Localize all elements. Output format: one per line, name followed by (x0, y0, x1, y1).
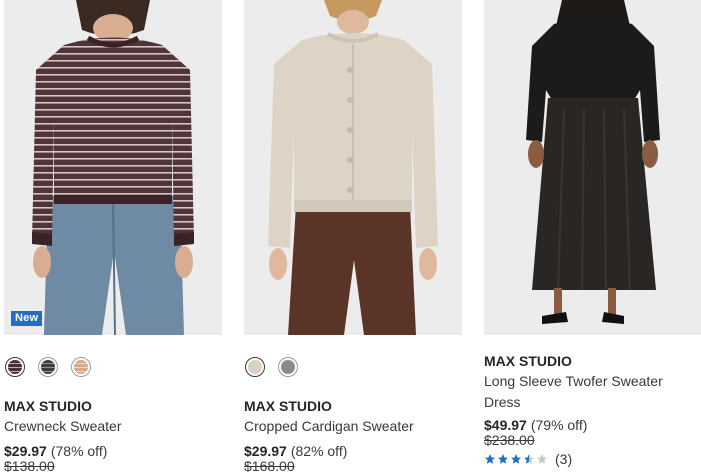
dress-illustration (484, 0, 701, 335)
star-filled-icon (485, 454, 495, 464)
product-card[interactable]: MAX STUDIO Long Sleeve Twofer Sweater Dr… (484, 0, 701, 467)
star-filled-icon (498, 454, 508, 464)
review-count[interactable]: (3) (555, 451, 572, 467)
star-empty-icon (537, 454, 547, 464)
star-filled-icon (511, 454, 521, 464)
original-price: $138.00 (4, 458, 55, 472)
product-card[interactable]: MAX STUDIO Cropped Cardigan Sweater $29.… (244, 0, 462, 472)
star-rating[interactable]: (3) (484, 451, 701, 467)
sale-price: $29.97 (4, 443, 47, 459)
price-row: $29.97 (78% off) (4, 443, 222, 459)
product-image-crewneck-sweater[interactable]: New (4, 0, 222, 335)
price-row: $29.97 (82% off) (244, 443, 462, 459)
discount-percent: (78% off) (50, 443, 108, 459)
product-image-twofer-dress[interactable] (484, 0, 701, 335)
original-price: $238.00 (484, 432, 535, 448)
sale-price: $49.97 (484, 417, 527, 433)
cardigan-illustration (244, 0, 462, 335)
product-name[interactable]: Cropped Cardigan Sweater (244, 416, 462, 437)
original-price: $168.00 (244, 458, 295, 472)
new-badge: New (11, 311, 43, 326)
star-half-icon (524, 454, 534, 464)
product-brand[interactable]: MAX STUDIO (244, 398, 462, 415)
sale-price: $29.97 (244, 443, 287, 459)
swatch-brown-stripe[interactable] (5, 357, 25, 377)
swatch-grey[interactable] (278, 357, 298, 377)
color-swatches (245, 357, 462, 377)
product-brand[interactable]: MAX STUDIO (484, 353, 701, 370)
price-row: $49.97 (79% off) (484, 417, 701, 433)
swatch-cream[interactable] (245, 357, 265, 377)
product-name[interactable]: Crewneck Sweater (4, 416, 222, 437)
discount-percent: (82% off) (290, 443, 348, 459)
rating-stars (484, 453, 548, 465)
discount-percent: (79% off) (530, 417, 588, 433)
color-swatches (5, 357, 222, 377)
swatch-tan-stripe[interactable] (71, 357, 91, 377)
product-brand[interactable]: MAX STUDIO (4, 398, 222, 415)
swatch-grey-stripe[interactable] (38, 357, 58, 377)
product-card[interactable]: New MAX STUDIO Crewneck Sweater $29.97 (7… (4, 0, 222, 472)
product-name[interactable]: Long Sleeve Twofer Sweater Dress (484, 371, 701, 413)
product-image-cropped-cardigan[interactable] (244, 0, 462, 335)
striped-sweater-illustration (4, 0, 222, 335)
